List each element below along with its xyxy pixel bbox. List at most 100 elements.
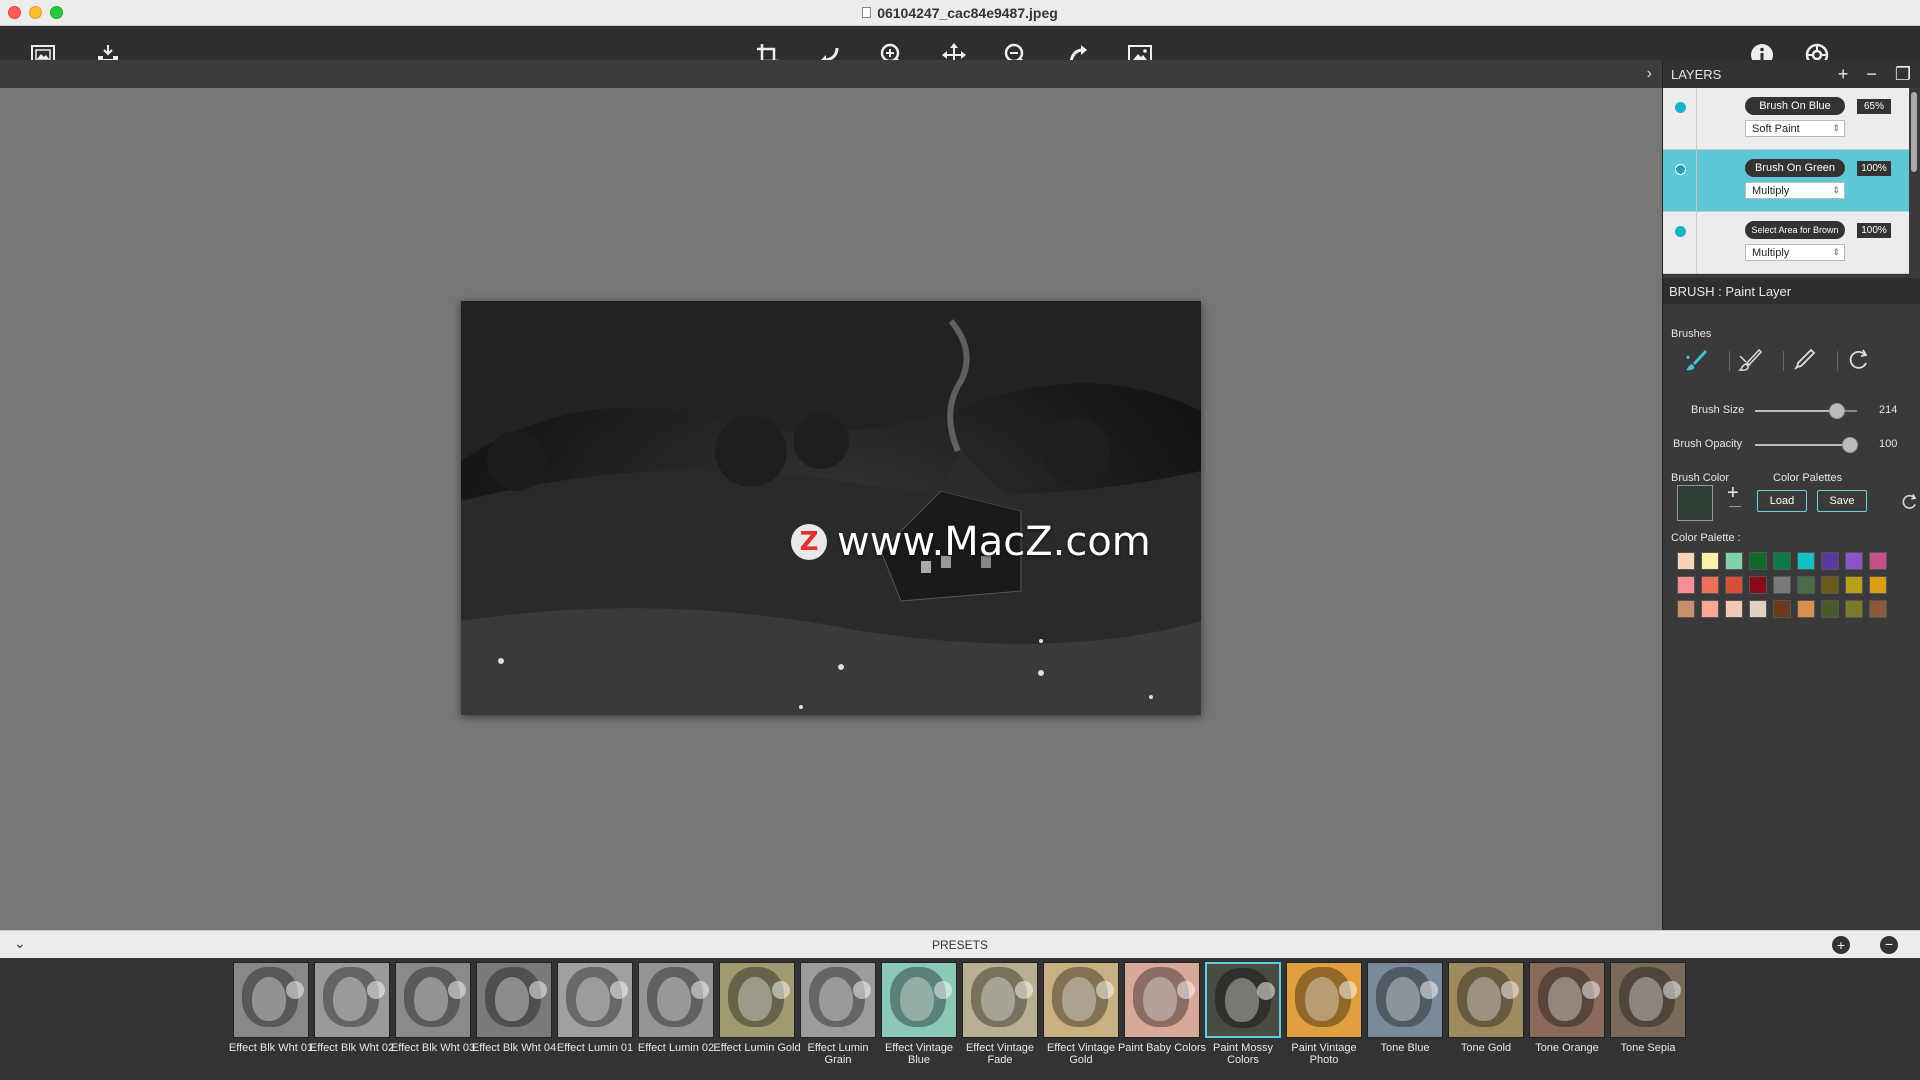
palette-swatch[interactable] [1725,576,1743,594]
palette-swatch[interactable] [1773,552,1791,570]
preset-item[interactable]: Effect Blk Wht 03 [391,962,475,1078]
palette-swatch[interactable] [1677,576,1695,594]
palette-swatch[interactable] [1749,600,1767,618]
preset-item[interactable]: Effect Vintage Gold [1042,962,1120,1078]
minimize-window-button[interactable] [29,6,42,19]
layer-name[interactable]: Brush On Blue [1745,97,1845,115]
remove-preset-button[interactable]: − [1880,936,1898,954]
palette-swatch[interactable] [1773,576,1791,594]
palette-swatch[interactable] [1845,552,1863,570]
image-canvas[interactable]: Z www.MacZ.com [0,88,1662,930]
preset-thumbnail[interactable] [800,962,876,1038]
preset-item[interactable]: Effect Lumin Grain [799,962,877,1078]
preset-thumbnail[interactable] [1367,962,1443,1038]
erase-brush-button[interactable] [1735,345,1765,375]
palette-swatch[interactable] [1701,600,1719,618]
save-palette-button[interactable]: Save [1817,490,1867,512]
layer-opacity[interactable]: 100% [1857,223,1891,238]
palette-swatch[interactable] [1821,552,1839,570]
brush-color-swatch[interactable] [1677,485,1713,521]
preset-item[interactable]: Paint Vintage Photo [1285,962,1363,1078]
layer-blend-mode-select[interactable]: Soft Paint [1745,120,1845,137]
layer-row[interactable]: Select Area for Brown 100% Multiply [1663,212,1909,274]
preset-thumbnail[interactable] [1529,962,1605,1038]
layer-visibility-dot[interactable] [1675,226,1686,237]
zoom-window-button[interactable] [50,6,63,19]
brush-opacity-knob[interactable] [1841,437,1858,453]
palette-swatch[interactable] [1821,576,1839,594]
palette-swatch[interactable] [1845,600,1863,618]
preset-item[interactable]: Effect Blk Wht 02 [310,962,394,1078]
duplicate-layer-icon[interactable]: ❐ [1895,64,1911,85]
palette-swatch[interactable] [1845,576,1863,594]
palette-swatch[interactable] [1677,600,1695,618]
layer-row-active[interactable]: Brush On Green 100% Multiply [1663,150,1909,212]
preset-thumbnail[interactable] [395,962,471,1038]
palette-swatch[interactable] [1869,576,1887,594]
preset-thumbnail[interactable] [1448,962,1524,1038]
palette-swatch[interactable] [1797,552,1815,570]
layer-visibility-dot[interactable] [1675,164,1686,175]
preset-item[interactable]: Effect Vintage Blue [880,962,958,1078]
preset-item[interactable]: Effect Lumin 01 [556,962,634,1078]
layer-name[interactable]: Select Area for Brown [1745,221,1845,239]
preset-item[interactable]: Effect Lumin 02 [637,962,715,1078]
preset-item[interactable]: Effect Vintage Fade [961,962,1039,1078]
preset-thumbnail[interactable] [1043,962,1119,1038]
palette-swatch[interactable] [1749,576,1767,594]
reset-palette-button[interactable] [1899,492,1919,517]
layers-scrollbar[interactable] [1911,92,1917,172]
layer-visibility-dot[interactable] [1675,102,1686,113]
preset-thumbnail[interactable] [1124,962,1200,1038]
preset-item[interactable]: Paint Mossy Colors [1204,962,1282,1078]
layer-row[interactable]: Brush On Blue 65% Soft Paint [1663,88,1909,150]
preset-item[interactable]: Effect Blk Wht 04 [472,962,556,1078]
preset-item[interactable]: Tone Orange [1528,962,1606,1078]
palette-swatch[interactable] [1749,552,1767,570]
brush-size-slider[interactable] [1755,403,1857,419]
palette-swatch[interactable] [1773,600,1791,618]
eyedropper-button[interactable] [1789,345,1819,375]
paint-brush-button[interactable] [1681,345,1711,375]
preset-thumbnail[interactable] [557,962,633,1038]
preset-item[interactable]: Effect Blk Wht 01 [229,962,313,1078]
edited-photo[interactable]: Z www.MacZ.com [461,301,1201,715]
reset-brush-button[interactable] [1843,345,1873,375]
add-color-button[interactable]: + [1727,483,1741,507]
palette-swatch[interactable] [1869,552,1887,570]
remove-layer-button[interactable]: − [1866,64,1877,85]
preset-thumbnail[interactable] [1205,962,1281,1038]
palette-swatch[interactable] [1869,600,1887,618]
chevron-right-icon[interactable]: › [1647,65,1652,83]
preset-thumbnail[interactable] [314,962,390,1038]
preset-item[interactable]: Paint Baby Colors [1118,962,1206,1078]
palette-swatch[interactable] [1725,552,1743,570]
load-palette-button[interactable]: Load [1757,490,1807,512]
add-layer-button[interactable]: + [1838,64,1849,85]
layer-blend-mode-select[interactable]: Multiply [1745,182,1845,199]
layer-opacity[interactable]: 100% [1857,161,1891,176]
preset-item[interactable]: Tone Gold [1447,962,1525,1078]
preset-thumbnail[interactable] [881,962,957,1038]
layer-blend-mode-select[interactable]: Multiply [1745,244,1845,261]
chevron-down-icon[interactable]: ⌄ [14,935,26,952]
palette-swatch[interactable] [1797,576,1815,594]
palette-swatch[interactable] [1701,552,1719,570]
preset-thumbnail[interactable] [962,962,1038,1038]
palette-swatch[interactable] [1725,600,1743,618]
preset-thumbnail[interactable] [1610,962,1686,1038]
preset-item[interactable]: Effect Lumin Gold [713,962,801,1078]
palette-swatch[interactable] [1821,600,1839,618]
palette-swatch[interactable] [1701,576,1719,594]
preset-thumbnail[interactable] [476,962,552,1038]
layer-opacity[interactable]: 65% [1857,99,1891,114]
preset-thumbnail[interactable] [719,962,795,1038]
brush-size-knob[interactable] [1828,403,1845,419]
palette-swatch[interactable] [1797,600,1815,618]
preset-item[interactable]: Tone Sepia [1609,962,1687,1078]
layer-name[interactable]: Brush On Green [1745,159,1845,177]
palette-swatch[interactable] [1677,552,1695,570]
close-window-button[interactable] [8,6,21,19]
add-preset-button[interactable]: + [1832,936,1850,954]
preset-thumbnail[interactable] [233,962,309,1038]
